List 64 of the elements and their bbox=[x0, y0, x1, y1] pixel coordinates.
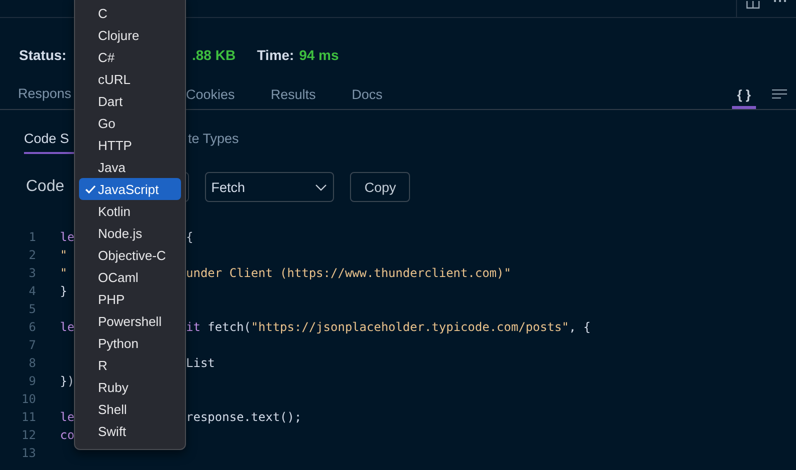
code-label: Code bbox=[26, 178, 64, 196]
copy-button[interactable]: Copy bbox=[350, 172, 410, 202]
code-text: le bbox=[60, 320, 74, 334]
code-text: le bbox=[60, 230, 74, 244]
code-text: " bbox=[60, 248, 68, 262]
checkmark-icon bbox=[85, 185, 96, 194]
response-tab[interactable]: Cookies bbox=[186, 86, 235, 102]
code-text: le bbox=[60, 410, 74, 424]
response-tab[interactable]: Respons bbox=[18, 86, 72, 101]
library-select[interactable]: Fetch bbox=[205, 172, 334, 202]
language-option[interactable]: Ruby bbox=[79, 376, 181, 398]
chevron-down-icon bbox=[315, 184, 328, 190]
line-number: 1 bbox=[28, 230, 36, 244]
code-text: } bbox=[60, 284, 68, 298]
language-option[interactable]: Go bbox=[79, 112, 181, 134]
language-option[interactable]: Java bbox=[79, 156, 181, 178]
line-number: 5 bbox=[28, 302, 36, 316]
line-number: 12 bbox=[20, 428, 36, 442]
line-number: 4 bbox=[28, 284, 36, 298]
language-option[interactable]: Swift bbox=[79, 420, 181, 442]
more-icon[interactable] bbox=[774, 0, 786, 3]
language-option[interactable]: HTTP bbox=[79, 134, 181, 156]
response-tab[interactable]: Results bbox=[270, 86, 316, 102]
language-option[interactable]: Shell bbox=[79, 398, 181, 420]
status-value: .88 KB bbox=[192, 47, 236, 63]
status-value: 94 ms bbox=[299, 47, 339, 63]
code-text: }) bbox=[60, 374, 74, 388]
language-option[interactable]: C bbox=[79, 2, 181, 24]
line-number: 2 bbox=[28, 248, 36, 262]
language-option[interactable]: Clojure bbox=[79, 24, 181, 46]
json-view-tab[interactable]: { } bbox=[732, 79, 756, 109]
sub-tab[interactable]: te Types bbox=[188, 124, 239, 154]
line-number: 13 bbox=[20, 446, 36, 460]
line-number: 7 bbox=[28, 338, 36, 352]
code-text: response.text(); bbox=[186, 410, 302, 424]
response-tab[interactable]: Docs bbox=[352, 86, 383, 102]
line-number: 9 bbox=[28, 374, 36, 388]
code-text: " bbox=[60, 266, 68, 280]
line-number: 6 bbox=[28, 320, 36, 334]
language-option[interactable]: Objective-C bbox=[79, 244, 181, 266]
code-text: List bbox=[186, 356, 215, 370]
language-option[interactable]: Python bbox=[79, 332, 181, 354]
language-option[interactable]: OCaml bbox=[79, 266, 181, 288]
code-text: under Client (https://www.thunderclient.com)" bbox=[186, 266, 512, 280]
code-text: co bbox=[60, 428, 74, 442]
line-number: 8 bbox=[28, 356, 36, 370]
language-option[interactable]: R bbox=[79, 354, 181, 376]
language-option[interactable]: PHP bbox=[79, 288, 181, 310]
language-option[interactable]: JavaScript bbox=[79, 178, 181, 200]
language-option[interactable]: Powershell bbox=[79, 310, 181, 332]
code-text: it fetch("https://jsonplaceholder.typicode.com/posts", { bbox=[186, 320, 591, 334]
lines-icon bbox=[772, 89, 788, 99]
language-option[interactable]: Dart bbox=[79, 90, 181, 112]
line-number: 3 bbox=[28, 266, 36, 280]
status-label: Status: bbox=[19, 47, 66, 63]
line-number: 11 bbox=[20, 410, 36, 424]
language-option[interactable]: C# bbox=[79, 46, 181, 68]
status-label: Time: bbox=[257, 47, 294, 63]
code-text: { bbox=[186, 230, 194, 244]
line-number: 10 bbox=[20, 392, 36, 406]
language-option[interactable]: cURL bbox=[79, 68, 181, 90]
split-panel-icon[interactable] bbox=[746, 1, 760, 9]
language-option[interactable]: Node.js bbox=[79, 222, 181, 244]
language-option[interactable]: Kotlin bbox=[79, 200, 181, 222]
